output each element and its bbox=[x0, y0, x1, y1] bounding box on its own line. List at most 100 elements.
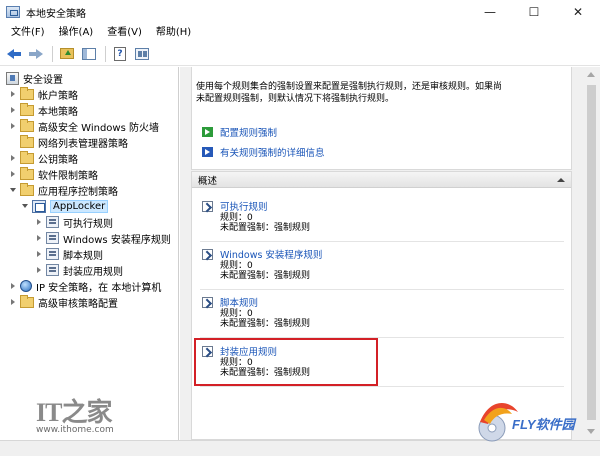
folder-icon bbox=[20, 102, 34, 116]
applocker-icon bbox=[32, 199, 46, 213]
folder-icon bbox=[20, 166, 34, 180]
info-arrow-icon bbox=[202, 147, 213, 157]
description-panel: 使用每个规则集合的强制设置来配置是强制执行规则，还是审核规则。如果尚 未配置规则… bbox=[191, 67, 572, 170]
expand-arrow-icon[interactable] bbox=[8, 123, 18, 129]
help-button[interactable]: ? bbox=[110, 44, 130, 64]
tree-item-script-rules[interactable]: 脚本规则 bbox=[34, 246, 103, 262]
rule-collection-icon bbox=[46, 248, 59, 260]
tree-item-label: 帐户策略 bbox=[38, 90, 78, 102]
show-hide-tree-button[interactable] bbox=[79, 44, 99, 64]
configure-enforcement-link[interactable]: 配置规则强制 bbox=[202, 125, 277, 139]
expand-arrow-icon[interactable] bbox=[34, 251, 44, 257]
tree-item-label: Windows 安装程序规则 bbox=[63, 234, 171, 246]
overview-title: 概述 bbox=[198, 175, 218, 187]
toolbar-separator bbox=[105, 45, 106, 62]
description-line: 使用每个规则集合的强制设置来配置是强制执行规则，还是审核规则。如果尚 bbox=[196, 82, 503, 92]
tree-item-software-restriction[interactable]: 软件限制策略 bbox=[8, 166, 98, 182]
menu-help[interactable]: 帮助(H) bbox=[149, 24, 198, 42]
rule-count: 规则：0 bbox=[220, 213, 253, 223]
expand-arrow-icon[interactable] bbox=[8, 107, 18, 113]
ithome-url: www.ithome.com bbox=[36, 425, 114, 435]
maximize-button[interactable]: ☐ bbox=[512, 0, 556, 24]
rule-title: Windows 安装程序规则 bbox=[220, 250, 323, 261]
rule-collection-icon bbox=[46, 216, 59, 228]
rule-summary-script: 脚本规则 规则：0 未配置强制：强制规则 bbox=[202, 295, 564, 329]
rule-title: 脚本规则 bbox=[220, 298, 259, 309]
window-controls: — ☐ ✕ bbox=[468, 0, 600, 24]
forward-button[interactable] bbox=[26, 44, 46, 64]
action-pane-button[interactable] bbox=[132, 44, 152, 64]
tree-item-network-list[interactable]: 网络列表管理器策略 bbox=[8, 134, 128, 150]
scroll-thumb[interactable] bbox=[587, 85, 596, 420]
rule-link-executable[interactable]: 可执行规则 bbox=[202, 199, 564, 213]
tree-item-label: 高级安全 Windows 防火墙 bbox=[38, 122, 159, 134]
tree-item-app-control[interactable]: 应用程序控制策略 bbox=[8, 182, 118, 198]
rule-summary-executable: 可执行规则 规则：0 未配置强制：强制规则 bbox=[202, 199, 564, 233]
collapse-arrow-icon[interactable] bbox=[20, 204, 30, 208]
folder-icon bbox=[20, 182, 34, 196]
shortcut-arrow-icon bbox=[202, 296, 213, 308]
tree-item-public-key[interactable]: 公钥策略 bbox=[8, 150, 78, 166]
security-policy-app-icon bbox=[6, 6, 20, 18]
scroll-up-arrow-icon[interactable] bbox=[587, 72, 595, 77]
tree-item-label: IP 安全策略，在 本地计算机 bbox=[36, 282, 162, 294]
vertical-scrollbar[interactable] bbox=[583, 67, 600, 440]
toolbar-separator bbox=[52, 45, 53, 62]
folder-icon bbox=[20, 134, 34, 148]
rule-collection-icon bbox=[46, 232, 59, 244]
shortcut-arrow-icon bbox=[202, 200, 213, 212]
tree-item-label: 高级审核策略配置 bbox=[38, 298, 118, 310]
title-bar: 本地安全策略 — ☐ ✕ bbox=[0, 0, 600, 24]
collapse-up-icon[interactable] bbox=[557, 178, 565, 182]
rule-link-script[interactable]: 脚本规则 bbox=[202, 295, 564, 309]
expand-arrow-icon[interactable] bbox=[8, 299, 18, 305]
expand-arrow-icon[interactable] bbox=[34, 219, 44, 225]
tree-item-label: 安全设置 bbox=[23, 74, 63, 86]
tree-item-firewall[interactable]: 高级安全 Windows 防火墙 bbox=[8, 118, 159, 134]
fly-watermark: FLY软件园 bbox=[470, 392, 590, 446]
folder-icon bbox=[20, 150, 34, 164]
tree-item-advanced-audit[interactable]: 高级审核策略配置 bbox=[8, 294, 118, 310]
details-pane: 使用每个规则集合的强制设置来配置是强制执行规则，还是审核规则。如果尚 未配置规则… bbox=[180, 67, 600, 440]
menu-file[interactable]: 文件(F) bbox=[4, 24, 52, 42]
rule-divider bbox=[200, 386, 564, 387]
rule-title: 可执行规则 bbox=[220, 202, 268, 213]
minimize-button[interactable]: — bbox=[468, 0, 512, 24]
menu-view[interactable]: 查看(V) bbox=[100, 24, 149, 42]
rule-link-installer[interactable]: Windows 安装程序规则 bbox=[202, 247, 564, 261]
ithome-logo-text: IT之家 bbox=[36, 398, 112, 427]
rule-enforcement: 未配置强制：强制规则 bbox=[220, 319, 311, 329]
expand-arrow-icon[interactable] bbox=[8, 283, 18, 289]
link-label: 配置规则强制 bbox=[220, 128, 278, 139]
folder-icon bbox=[20, 118, 34, 132]
forward-arrow-icon bbox=[29, 48, 43, 59]
rule-enforcement: 未配置强制：强制规则 bbox=[220, 271, 311, 281]
expand-arrow-icon[interactable] bbox=[34, 267, 44, 273]
expand-arrow-icon[interactable] bbox=[8, 155, 18, 161]
tree-item-packaged-app-rules[interactable]: 封装应用规则 bbox=[34, 262, 123, 278]
tree-item-installer-rules[interactable]: Windows 安装程序规则 bbox=[34, 230, 171, 246]
folder-up-icon bbox=[60, 48, 74, 59]
toolbar: ? bbox=[0, 42, 600, 66]
more-info-link[interactable]: 有关规则强制的详细信息 bbox=[202, 145, 325, 159]
tree-item-local-policies[interactable]: 本地策略 bbox=[8, 102, 78, 118]
rule-collection-icon bbox=[46, 264, 59, 276]
tree-item-ip-security[interactable]: IP 安全策略，在 本地计算机 bbox=[8, 278, 161, 294]
collapse-arrow-icon[interactable] bbox=[8, 188, 18, 192]
tree-item-account-policies[interactable]: 帐户策略 bbox=[8, 86, 78, 102]
tree-item-security-settings[interactable]: 安全设置 bbox=[4, 70, 63, 86]
expand-arrow-icon[interactable] bbox=[8, 171, 18, 177]
close-button[interactable]: ✕ bbox=[556, 0, 600, 24]
tree-item-label: 公钥策略 bbox=[38, 154, 78, 166]
up-level-button[interactable] bbox=[57, 44, 77, 64]
link-label: 有关规则强制的详细信息 bbox=[220, 148, 325, 159]
expand-arrow-icon[interactable] bbox=[34, 235, 44, 241]
tree-item-executable-rules[interactable]: 可执行规则 bbox=[34, 214, 113, 230]
expand-arrow-icon[interactable] bbox=[8, 91, 18, 97]
tree-item-applocker[interactable]: AppLocker bbox=[20, 198, 109, 214]
back-button[interactable] bbox=[4, 44, 24, 64]
menu-action[interactable]: 操作(A) bbox=[52, 24, 101, 42]
overview-header[interactable]: 概述 bbox=[192, 172, 571, 188]
fly-logo-text: FLY软件园 bbox=[512, 417, 575, 432]
back-arrow-icon bbox=[7, 48, 21, 59]
